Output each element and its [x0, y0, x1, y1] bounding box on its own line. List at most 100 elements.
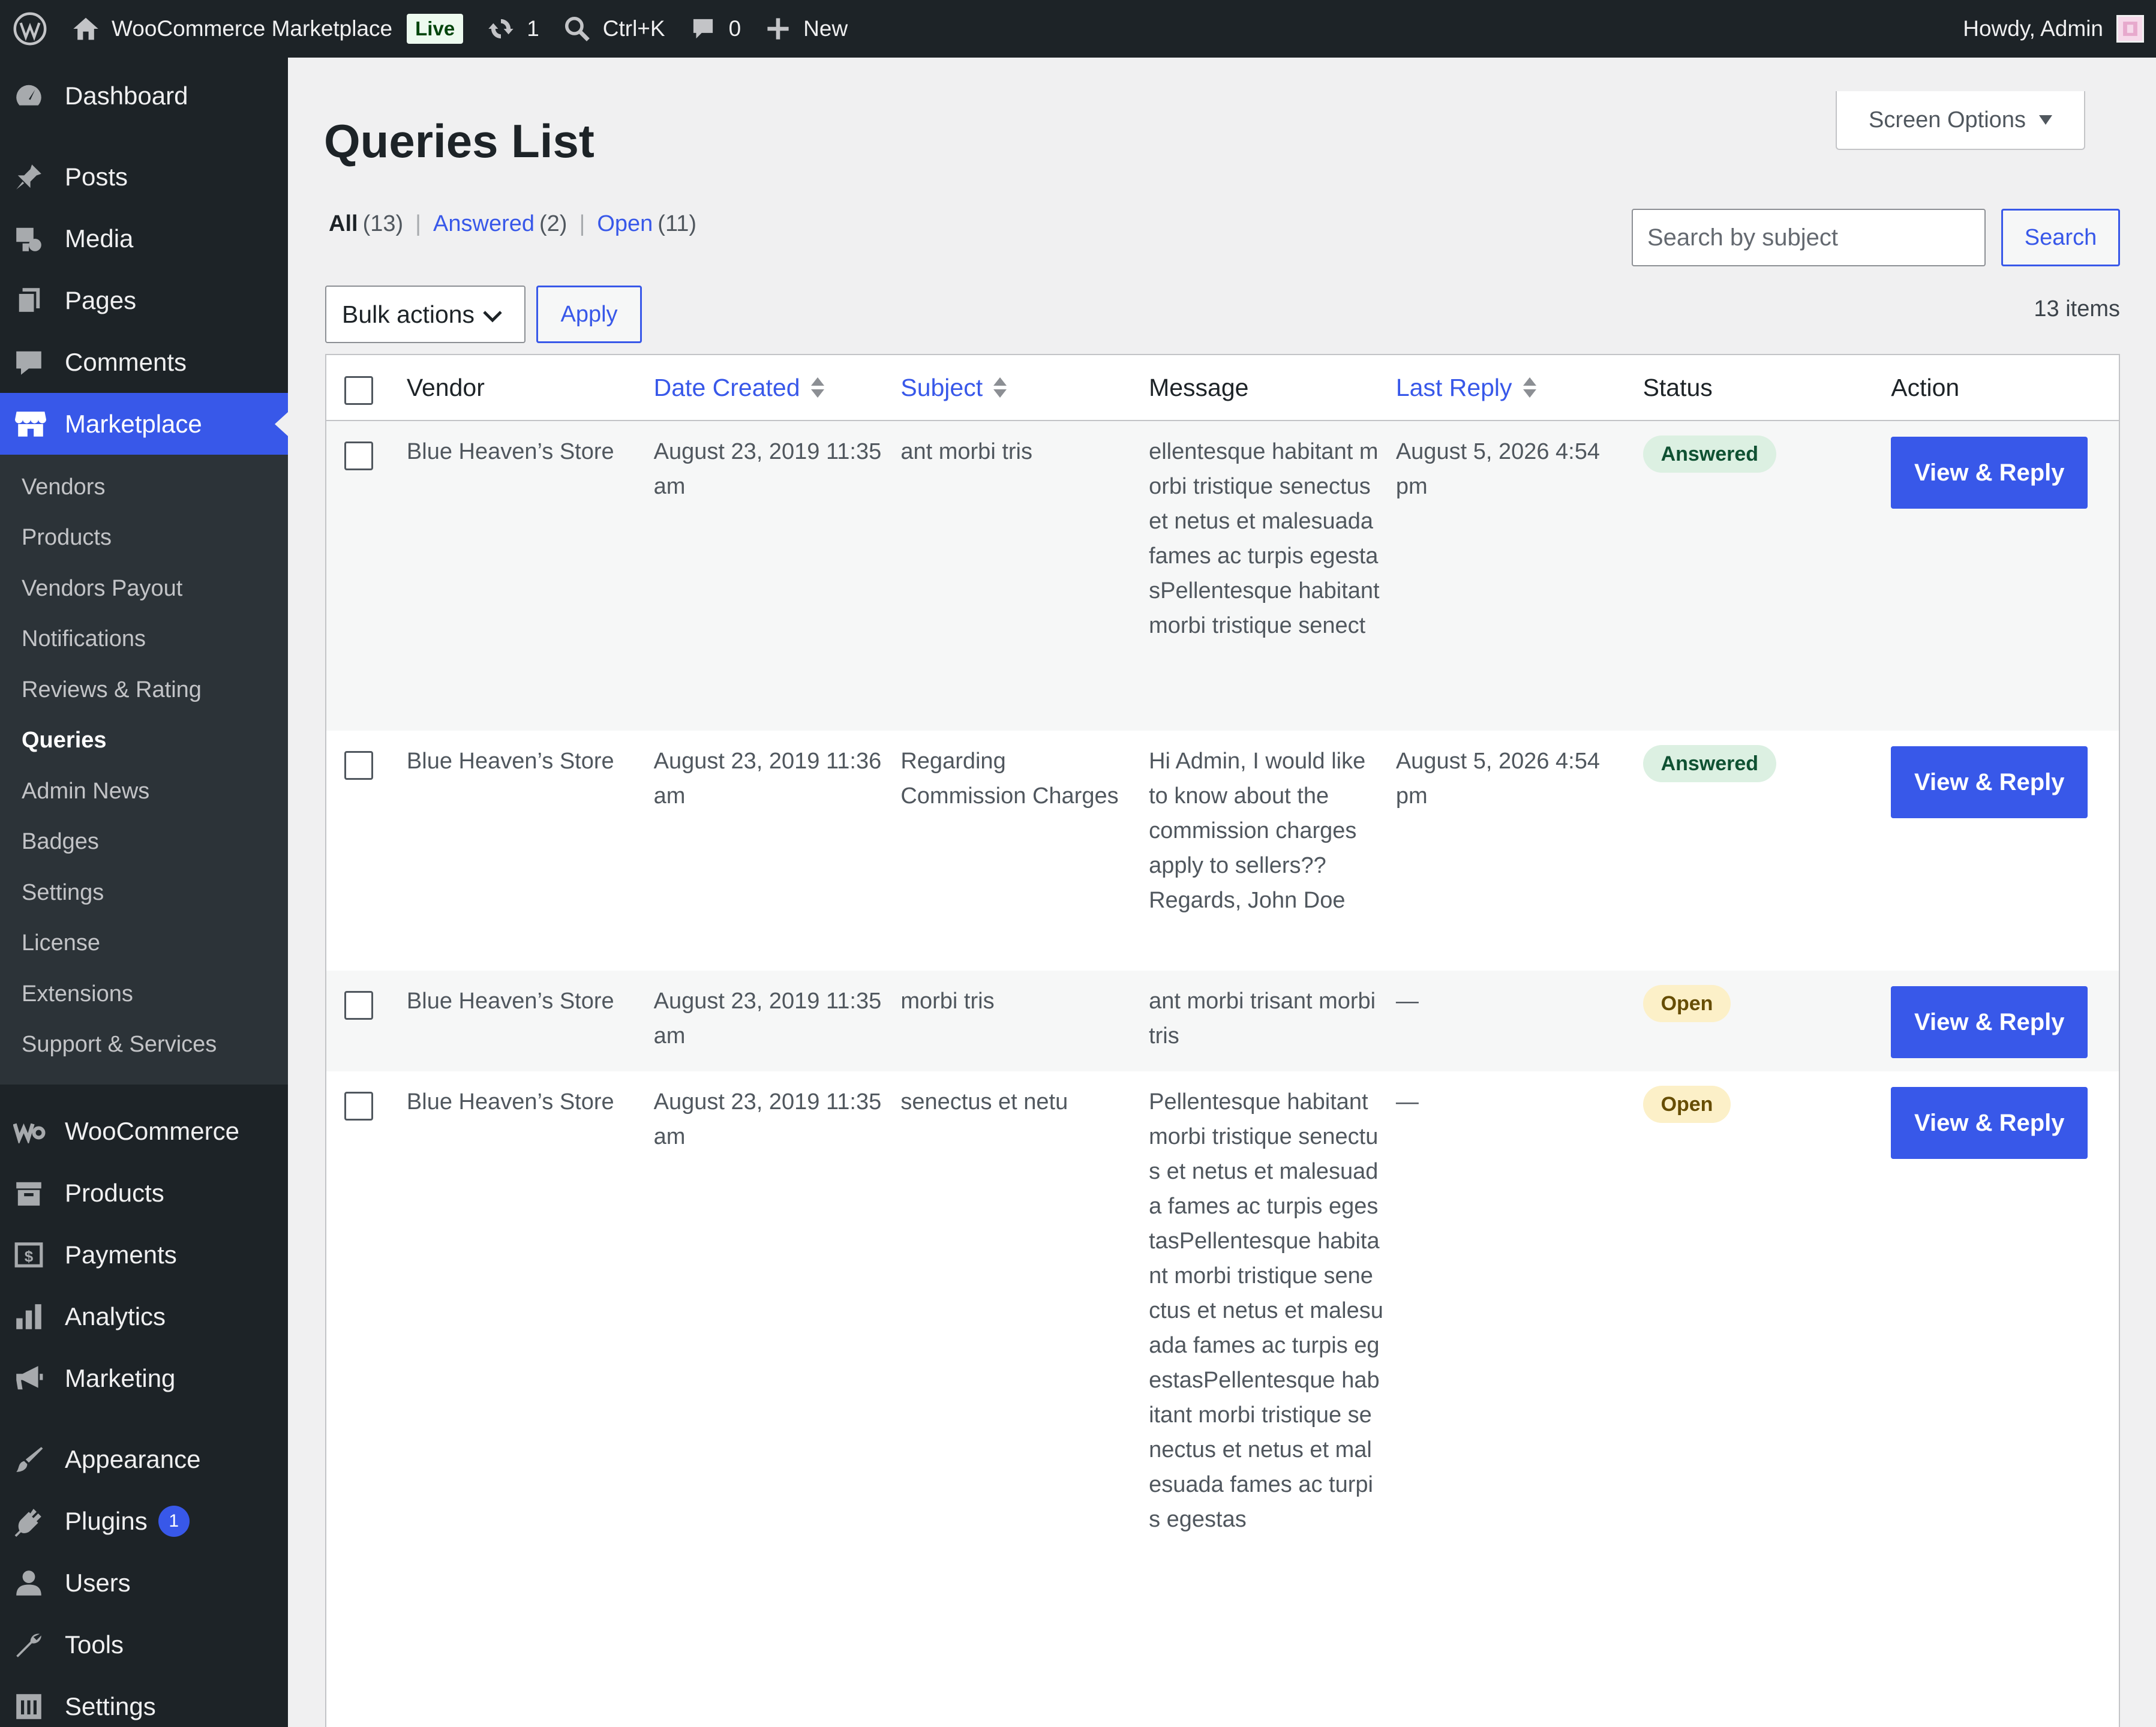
menu-dashboard[interactable]: Dashboard [0, 65, 288, 127]
updates-count: 1 [527, 16, 539, 41]
site-name: WooCommerce Marketplace [112, 16, 393, 41]
site-name-link[interactable]: WooCommerce Marketplace Live [60, 0, 475, 58]
submenu-admin-news[interactable]: Admin News [0, 766, 288, 817]
updates-link[interactable]: 1 [475, 0, 551, 58]
filter-all-count: (13) [362, 211, 404, 236]
bulk-actions-select[interactable]: Bulk actions [325, 286, 526, 343]
select-all-checkbox[interactable] [344, 376, 373, 405]
row-action-cell: View & Reply [1891, 421, 2119, 509]
wrench-icon [13, 1628, 53, 1662]
menu-marketing-label: Marketing [65, 1363, 176, 1392]
column-date-created-label: Date Created [653, 373, 800, 401]
submenu-license[interactable]: License [0, 918, 288, 969]
menu-tools[interactable]: Tools [0, 1614, 288, 1675]
column-date-created[interactable]: Date Created [654, 374, 901, 402]
row-checkbox[interactable] [344, 1092, 373, 1121]
admin-bar: WooCommerce Marketplace Live 1 Ctrl+K 0 … [0, 0, 2156, 58]
view-reply-button[interactable]: View & Reply [1891, 437, 2088, 509]
submenu-settings[interactable]: Settings [0, 867, 288, 918]
filter-open-count: (11) [657, 211, 697, 236]
menu-settings-label: Settings [65, 1692, 156, 1720]
menu-marketing[interactable]: Marketing [0, 1347, 288, 1409]
row-checkbox[interactable] [344, 441, 373, 470]
column-last-reply[interactable]: Last Reply [1396, 374, 1643, 402]
menu-posts[interactable]: Posts [0, 146, 288, 208]
paintbrush-icon [13, 1443, 53, 1476]
row-subject: Regarding Commission Charges [900, 749, 1119, 809]
submenu-queries[interactable]: Queries [0, 716, 288, 767]
filter-open-link[interactable]: Open [597, 211, 653, 237]
row-checkbox[interactable] [344, 991, 373, 1020]
menu-appearance[interactable]: Appearance [0, 1428, 288, 1490]
new-label: New [803, 16, 848, 41]
table-row: Blue Heaven’s Store August 23, 2019 11:3… [326, 971, 2119, 1071]
filter-answered-count: (2) [539, 211, 567, 236]
menu-plugins[interactable]: Plugins 1 [0, 1490, 288, 1552]
row-message: ant morbi trisant morbi tris [1149, 989, 1376, 1049]
my-account-link[interactable]: Howdy, Admin [1963, 0, 2156, 58]
view-reply-button[interactable]: View & Reply [1891, 986, 2088, 1058]
submenu-extensions[interactable]: Extensions [0, 969, 288, 1020]
apply-button[interactable]: Apply [536, 286, 642, 343]
menu-users[interactable]: Users [0, 1552, 288, 1614]
menu-dashboard-label: Dashboard [65, 81, 188, 110]
submenu-vendors-payout[interactable]: Vendors Payout [0, 563, 288, 614]
table-row: Blue Heaven’s Store August 23, 2019 11:3… [326, 421, 2119, 731]
menu-comments[interactable]: Comments [0, 331, 288, 393]
row-select-cell [326, 421, 407, 470]
menu-appearance-label: Appearance [65, 1444, 201, 1473]
submenu-support-services[interactable]: Support & Services [0, 1020, 288, 1071]
submenu-badges[interactable]: Badges [0, 817, 288, 868]
row-subject: morbi tris [900, 989, 995, 1014]
woo-icon [13, 1115, 53, 1148]
filter-all-link[interactable]: All [329, 211, 358, 237]
bulk-actions-label: Bulk actions [342, 300, 475, 328]
menu-tools-label: Tools [65, 1630, 124, 1659]
live-badge: Live [407, 14, 464, 44]
row-status-cell: Open [1642, 1071, 1891, 1123]
search-input[interactable] [1632, 209, 1986, 266]
comments-link[interactable]: 0 [677, 0, 753, 58]
view-reply-button[interactable]: View & Reply [1891, 746, 2088, 818]
screen-options-label: Screen Options [1869, 107, 2026, 133]
wordpress-logo-icon[interactable] [0, 0, 60, 58]
menu-media[interactable]: Media [0, 208, 288, 269]
menu-settings[interactable]: Settings [0, 1675, 288, 1727]
filter-separator: | [579, 211, 585, 236]
menu-products[interactable]: Products [0, 1162, 288, 1224]
caret-down-icon [2038, 115, 2052, 125]
settings-icon [13, 1690, 53, 1723]
menu-analytics[interactable]: Analytics [0, 1286, 288, 1347]
column-subject-label: Subject [900, 373, 983, 401]
row-checkbox[interactable] [344, 751, 373, 780]
row-action-cell: View & Reply [1891, 1071, 2119, 1159]
plus-icon [765, 16, 791, 42]
row-last-reply: — [1395, 989, 1419, 1014]
megaphone-icon [13, 1362, 53, 1395]
sort-icon [993, 377, 1007, 398]
submenu-reviews-rating[interactable]: Reviews & Rating [0, 665, 288, 716]
column-vendor: Vendor [406, 373, 485, 401]
menu-woocommerce[interactable]: WooCommerce [0, 1100, 288, 1162]
filter-answered-link[interactable]: Answered [433, 211, 535, 237]
row-status-cell: Answered [1642, 421, 1891, 473]
menu-payments[interactable]: $ Payments [0, 1224, 288, 1286]
submenu-products[interactable]: Products [0, 513, 288, 564]
filter-separator: | [415, 211, 422, 236]
search-icon [563, 15, 591, 43]
payments-icon: $ [13, 1238, 53, 1272]
column-subject[interactable]: Subject [900, 374, 1149, 402]
command-palette-link[interactable]: Ctrl+K [551, 0, 677, 58]
screen-options-button[interactable]: Screen Options [1836, 91, 2085, 150]
submenu-vendors[interactable]: Vendors [0, 462, 288, 513]
view-reply-button[interactable]: View & Reply [1891, 1087, 2088, 1159]
row-date: August 23, 2019 11:35 am [653, 989, 882, 1049]
menu-pages[interactable]: Pages [0, 269, 288, 331]
new-content-link[interactable]: New [753, 0, 860, 58]
menu-posts-label: Posts [65, 162, 128, 191]
menu-marketplace[interactable]: Marketplace [0, 393, 288, 455]
search-button[interactable]: Search [2001, 209, 2120, 266]
store-icon [13, 407, 53, 441]
submenu-notifications[interactable]: Notifications [0, 614, 288, 665]
row-subject: senectus et netu [900, 1089, 1068, 1115]
